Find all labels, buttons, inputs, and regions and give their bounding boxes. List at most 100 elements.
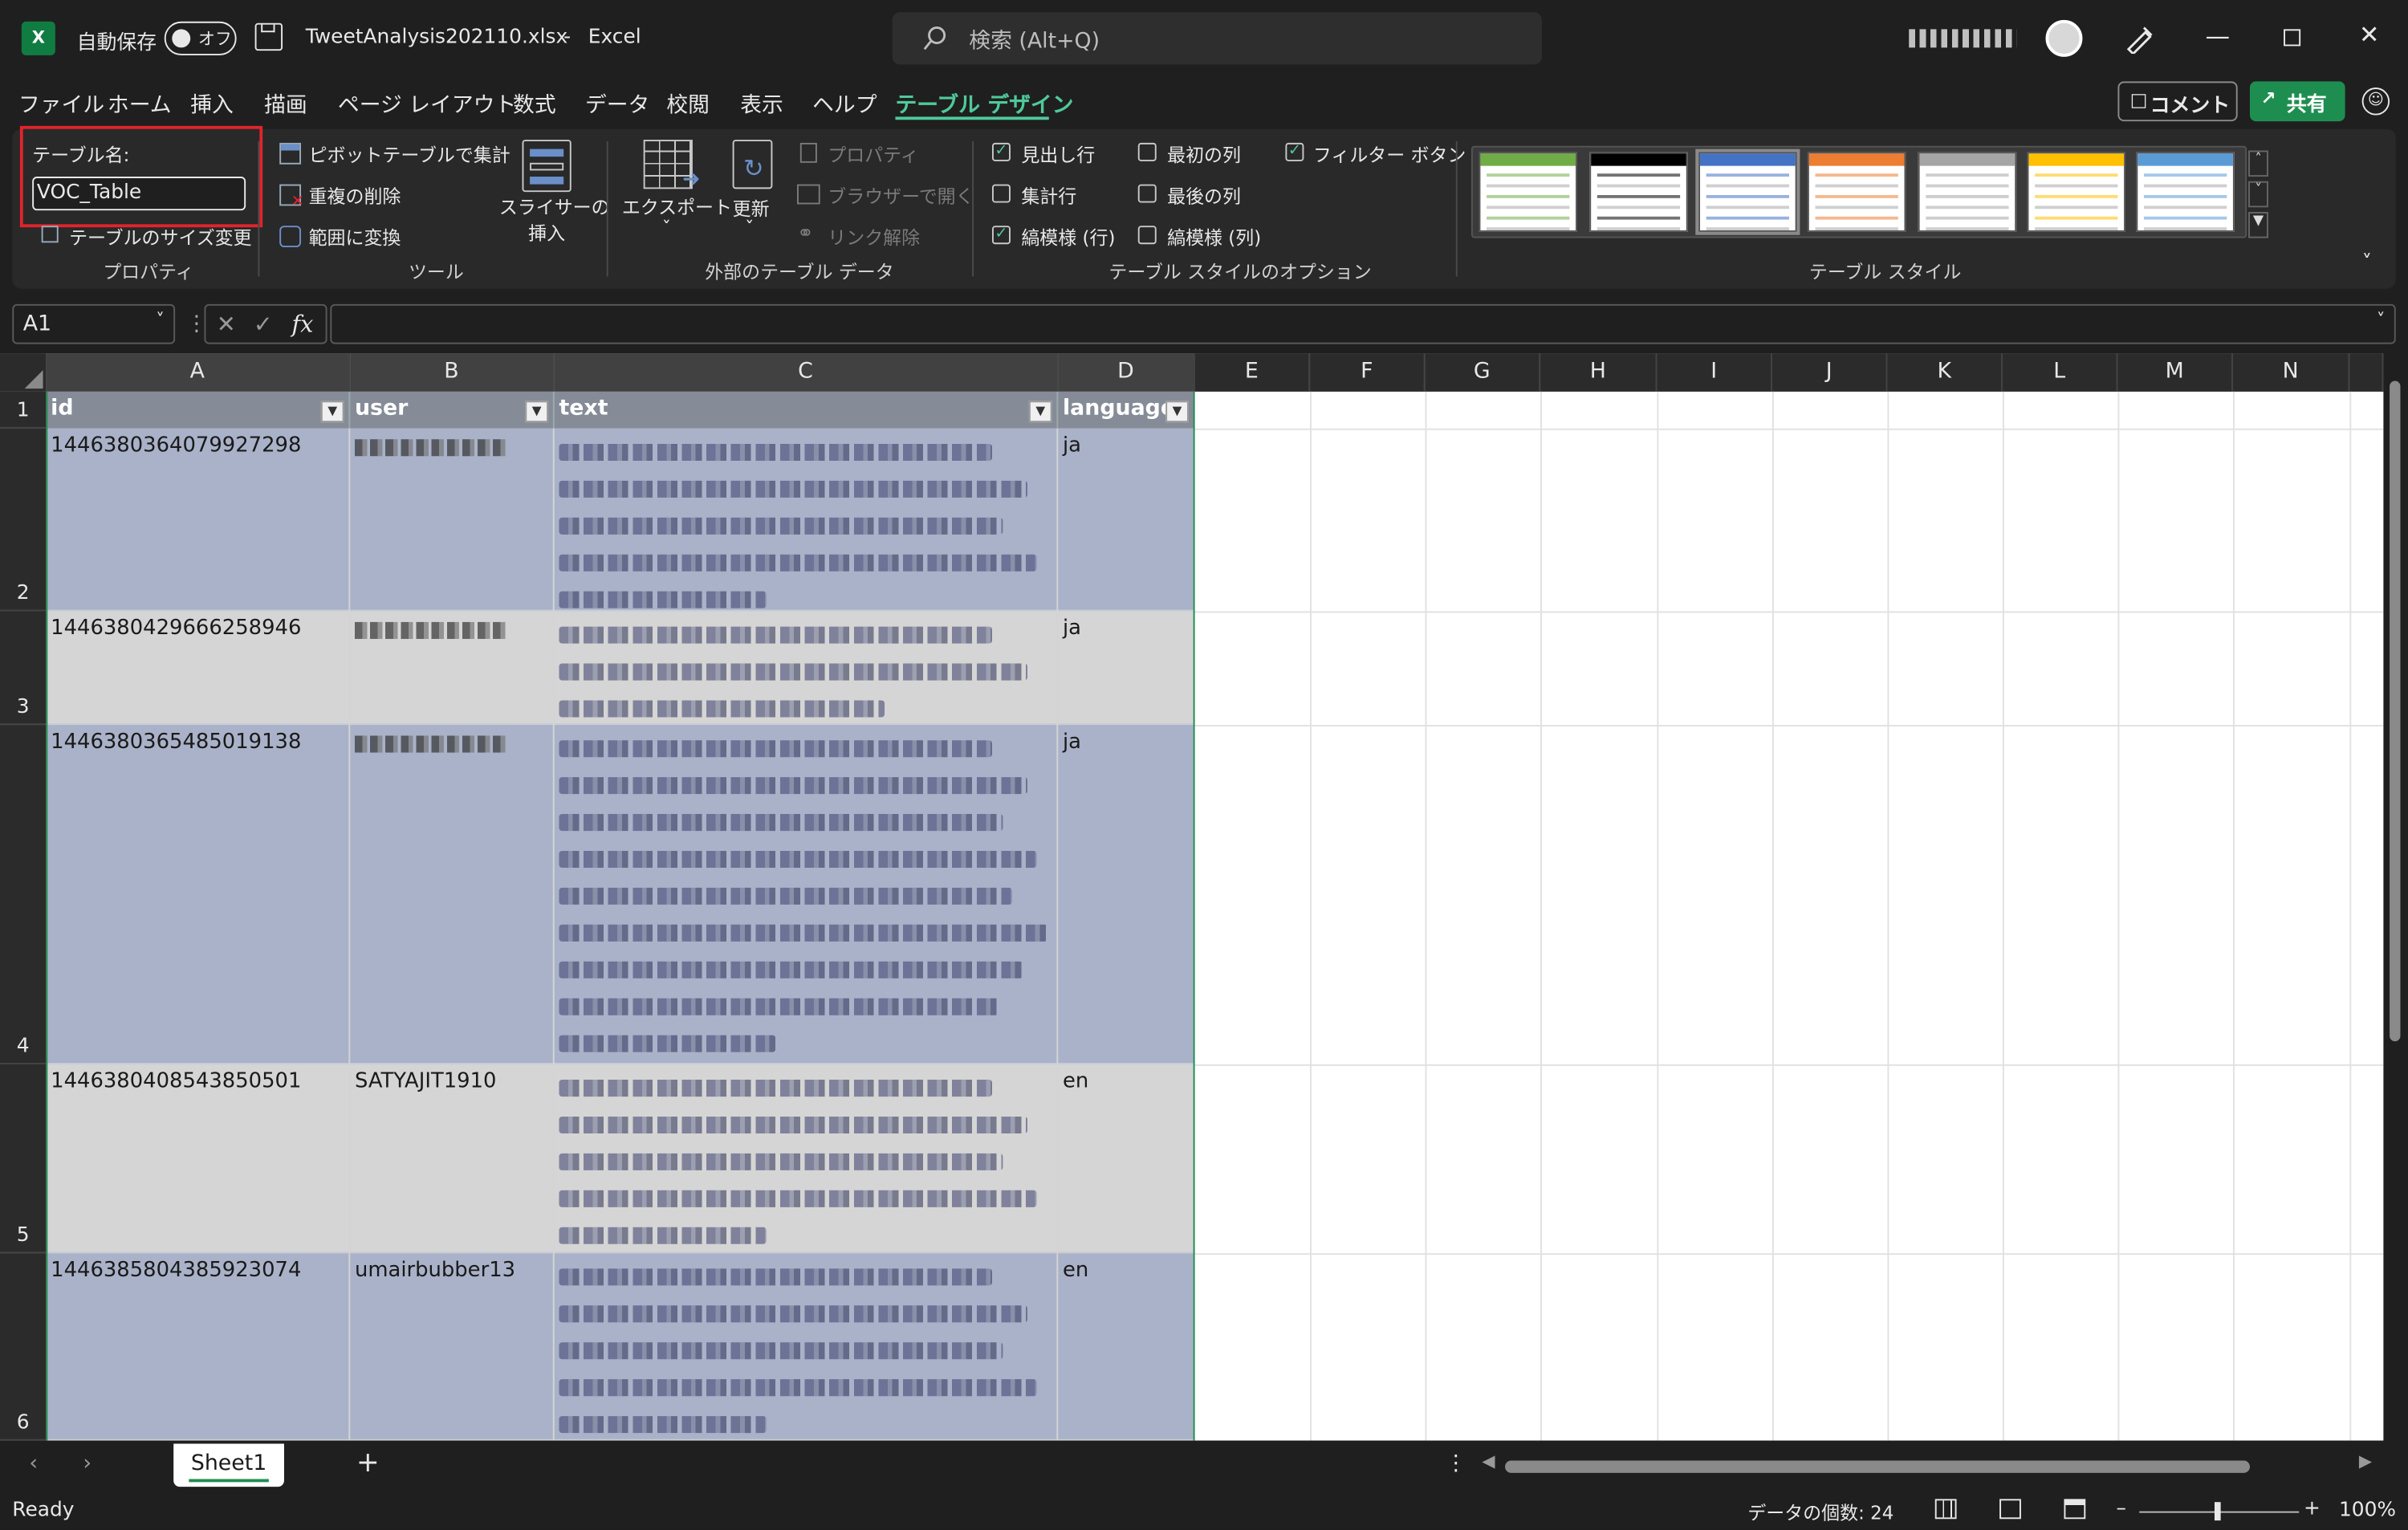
table-header-user[interactable]: user ▼	[350, 391, 555, 429]
zoom-level[interactable]: 100%	[2339, 1499, 2396, 1522]
pivot-table-button[interactable]: ピボットテーブルで集計	[309, 141, 510, 168]
cell-id[interactable]: 1446385804385923074	[46, 1253, 351, 1441]
column-header-I[interactable]: I	[1657, 353, 1772, 392]
worksheet-grid[interactable]: A B C D E F G H I J K L M N 1 2 3 4 5 6 …	[0, 353, 2384, 1441]
column-header-H[interactable]: H	[1540, 353, 1658, 392]
menu-home[interactable]: ホーム	[108, 89, 172, 120]
row-header-3[interactable]: 3	[0, 611, 47, 726]
menu-file[interactable]: ファイル	[18, 89, 104, 120]
menu-help[interactable]: ヘルプ	[812, 89, 877, 120]
page-break-view-icon[interactable]	[2064, 1499, 2086, 1520]
column-header-D[interactable]: D	[1058, 353, 1195, 392]
column-header-C[interactable]: C	[554, 353, 1059, 392]
export-dropdown-icon[interactable]: ˇ	[662, 218, 671, 240]
table-header-id[interactable]: id ▼	[46, 391, 351, 429]
avatar[interactable]	[2045, 19, 2083, 57]
vertical-scroll-thumb[interactable]	[2390, 380, 2401, 1042]
cell-language[interactable]: en	[1058, 1253, 1195, 1441]
formula-expand-icon[interactable]: ˅	[2377, 310, 2386, 330]
ribbon-collapse-icon[interactable]: ˅	[2362, 252, 2372, 275]
restore-icon[interactable]	[2284, 29, 2301, 47]
column-header-L[interactable]: L	[2002, 353, 2118, 392]
comment-button[interactable]: □ コメント	[2117, 81, 2238, 122]
zoom-out-icon[interactable]: –	[2117, 1497, 2126, 1520]
menu-formulas[interactable]: 数式	[513, 89, 556, 120]
table-style-swatch-black[interactable]	[1589, 152, 1688, 232]
column-header-G[interactable]: G	[1425, 353, 1541, 392]
column-header-B[interactable]: B	[350, 353, 555, 392]
close-icon[interactable]: ✕	[2359, 20, 2380, 49]
menu-insert[interactable]: 挿入	[190, 89, 234, 120]
cell-text-blurred[interactable]	[555, 1253, 1059, 1441]
prev-sheet-icon[interactable]: ‹	[29, 1451, 38, 1476]
cell-language[interactable]: en	[1058, 1064, 1195, 1254]
menu-draw[interactable]: 描画	[264, 89, 307, 120]
menu-data[interactable]: データ	[585, 89, 649, 120]
row-header-2[interactable]: 2	[0, 428, 47, 612]
total-row-checkbox[interactable]	[991, 184, 1011, 203]
share-button[interactable]: ↗ 共有	[2249, 81, 2345, 122]
feedback-smiley-icon[interactable]: ☺	[2361, 87, 2390, 116]
zoom-in-icon[interactable]: +	[2304, 1497, 2321, 1520]
cell-language[interactable]: ja	[1058, 725, 1195, 1064]
cell-id[interactable]: 1446380365485019138	[46, 725, 351, 1064]
gallery-down-icon[interactable]: ˅	[2248, 181, 2268, 208]
save-icon[interactable]	[254, 22, 283, 51]
zoom-slider-thumb[interactable]	[2214, 1502, 2221, 1521]
menu-page-layout[interactable]: ページ レイアウト	[338, 89, 516, 120]
column-header-K[interactable]: K	[1887, 353, 2003, 392]
banded-rows-checkbox[interactable]: ✓	[991, 226, 1011, 245]
refresh-button[interactable]: 更新	[733, 195, 770, 222]
open-in-browser-button[interactable]: ブラウザーで開く	[828, 183, 974, 210]
horizontal-scroll-thumb[interactable]	[1505, 1460, 2250, 1473]
filter-dropdown-icon[interactable]: ▼	[1028, 401, 1052, 423]
more-options-icon[interactable]: ⋮	[1445, 1451, 1466, 1476]
filter-dropdown-icon[interactable]: ▼	[525, 401, 549, 423]
formula-input[interactable]: ˅	[330, 303, 2396, 344]
column-header-M[interactable]: M	[2117, 353, 2233, 392]
select-all-corner[interactable]	[0, 353, 47, 392]
properties-button[interactable]: プロパティ	[828, 141, 918, 168]
gallery-up-icon[interactable]: ˄	[2248, 150, 2268, 177]
menu-view[interactable]: 表示	[740, 89, 783, 120]
cell-id[interactable]: 1446380429666258946	[46, 611, 351, 726]
insert-function-icon[interactable]: fx	[292, 310, 314, 337]
column-header-A[interactable]: A	[46, 353, 351, 392]
table-style-swatch-blue-selected[interactable]	[1695, 149, 1800, 235]
column-header-E[interactable]: E	[1194, 353, 1311, 392]
cell-text-blurred[interactable]	[555, 428, 1059, 612]
column-header-N[interactable]: N	[2232, 353, 2350, 392]
cell-user[interactable]: umairbubber13	[350, 1253, 555, 1441]
row-header-4[interactable]: 4	[0, 725, 47, 1064]
column-header-J[interactable]: J	[1771, 353, 1888, 392]
filter-dropdown-icon[interactable]: ▼	[1165, 401, 1189, 423]
cell-language[interactable]: ja	[1058, 611, 1195, 726]
table-style-swatch-gray[interactable]	[1918, 152, 2017, 232]
table-header-text[interactable]: text ▼	[554, 391, 1059, 429]
normal-view-icon[interactable]	[1934, 1499, 1957, 1520]
cancel-icon[interactable]: ✕	[217, 310, 236, 337]
resize-table-button[interactable]: テーブルのサイズ変更	[69, 224, 252, 250]
minimize-icon[interactable]: —	[2205, 22, 2230, 51]
filter-dropdown-icon[interactable]: ▼	[320, 401, 344, 423]
cell-language[interactable]: ja	[1058, 428, 1195, 612]
first-column-checkbox[interactable]	[1137, 142, 1157, 161]
scroll-left-icon[interactable]: ◀	[1482, 1451, 1495, 1471]
confirm-icon[interactable]: ✓	[254, 310, 273, 337]
filter-button-checkbox[interactable]: ✓	[1285, 142, 1304, 161]
next-sheet-icon[interactable]: ›	[83, 1451, 92, 1476]
menu-table-design[interactable]: テーブル デザイン	[895, 89, 1073, 120]
row-header-5[interactable]: 5	[0, 1064, 47, 1254]
table-style-swatch-orange[interactable]	[1807, 152, 1906, 232]
table-style-swatch-green[interactable]	[1479, 152, 1577, 232]
scroll-right-icon[interactable]: ▶	[2359, 1451, 2372, 1471]
banded-columns-checkbox[interactable]	[1137, 226, 1157, 245]
cell-text-blurred[interactable]	[555, 1064, 1059, 1254]
row-header-1[interactable]: 1	[0, 391, 47, 429]
vertical-scrollbar[interactable]	[2383, 353, 2408, 1441]
header-row-checkbox[interactable]: ✓	[991, 142, 1011, 161]
cell-user[interactable]: SATYAJIT1910	[350, 1064, 555, 1254]
cell-user[interactable]	[350, 611, 555, 726]
autosave-toggle[interactable]: オフ	[164, 21, 237, 55]
table-name-input[interactable]: VOC_Table	[32, 177, 246, 211]
